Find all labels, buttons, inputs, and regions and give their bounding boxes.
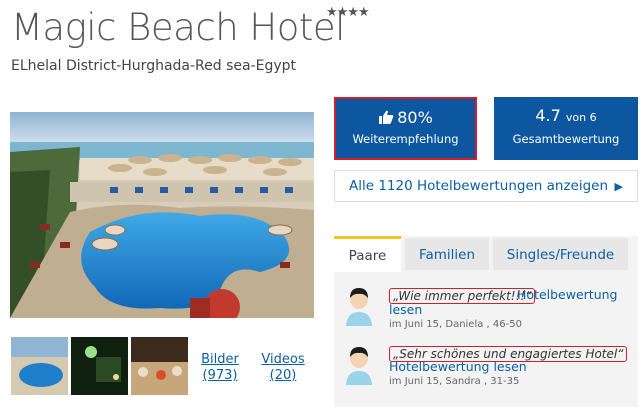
rating-scale: von 6 <box>565 111 597 124</box>
review-meta: im Juni 15, Sandra , 31-35 <box>389 376 520 387</box>
thumbnail-pool[interactable] <box>11 337 68 395</box>
arrow-right-icon: ▶ <box>614 180 623 193</box>
hotel-stars: ★★★★ <box>326 5 370 20</box>
read-review-link[interactable]: Hotelbewertung lesen <box>389 360 527 374</box>
main-hotel-photo[interactable] <box>10 112 314 318</box>
recommendation-box[interactable]: 80% Weiterempfehlung <box>334 97 477 160</box>
videos-link[interactable]: Videos (20) <box>258 352 308 384</box>
all-reviews-link[interactable]: Alle 1120 Hotelbewertungen anzeigen ▶ <box>334 170 638 202</box>
pictures-count: (973) <box>202 368 238 383</box>
rating-label: Gesamtbewertung <box>512 132 620 146</box>
review-item: „Wie immer perfekt!!!“ Hotelbewertung le… <box>334 286 638 334</box>
review-meta: im Juni 15, Daniela , 46-50 <box>389 319 522 330</box>
user-avatar-icon <box>344 345 374 385</box>
videos-count: (20) <box>269 368 297 383</box>
pictures-link[interactable]: Bilder (973) <box>195 352 245 384</box>
rating-box[interactable]: 4.7 von 6 Gesamtbewertung <box>494 97 638 160</box>
thumbnail-night[interactable] <box>71 337 128 395</box>
thumbnail-buffet[interactable] <box>131 337 188 395</box>
read-review-link[interactable]: Hotelbewertung <box>517 288 617 302</box>
tab-label: Paare <box>348 248 387 264</box>
pictures-label: Bilder <box>201 352 239 367</box>
tab-singles-freunde[interactable]: Singles/Freunde <box>493 238 628 270</box>
tab-paare[interactable]: Paare <box>334 236 401 272</box>
review-item: „Sehr schönes und engagiertes Hotel“ Hot… <box>334 345 638 393</box>
recommendation-value: 80% <box>397 108 433 127</box>
tab-familien[interactable]: Familien <box>405 238 489 270</box>
tab-label: Familien <box>418 247 476 263</box>
hotel-location: ELhelal District-Hurghada-Red sea-Egypt <box>11 58 297 74</box>
recommendation-label: Weiterempfehlung <box>352 132 459 146</box>
tab-label: Singles/Freunde <box>506 247 615 263</box>
thumbs-up-icon <box>379 110 394 124</box>
user-avatar-icon <box>344 286 374 326</box>
all-reviews-label: Alle 1120 Hotelbewertungen anzeigen <box>349 178 609 194</box>
hotel-name: Magic Beach Hotel <box>11 6 345 49</box>
rating-value: 4.7 <box>535 106 561 125</box>
read-review-link-cont[interactable]: lesen <box>389 303 422 317</box>
videos-label: Videos <box>261 352 305 367</box>
